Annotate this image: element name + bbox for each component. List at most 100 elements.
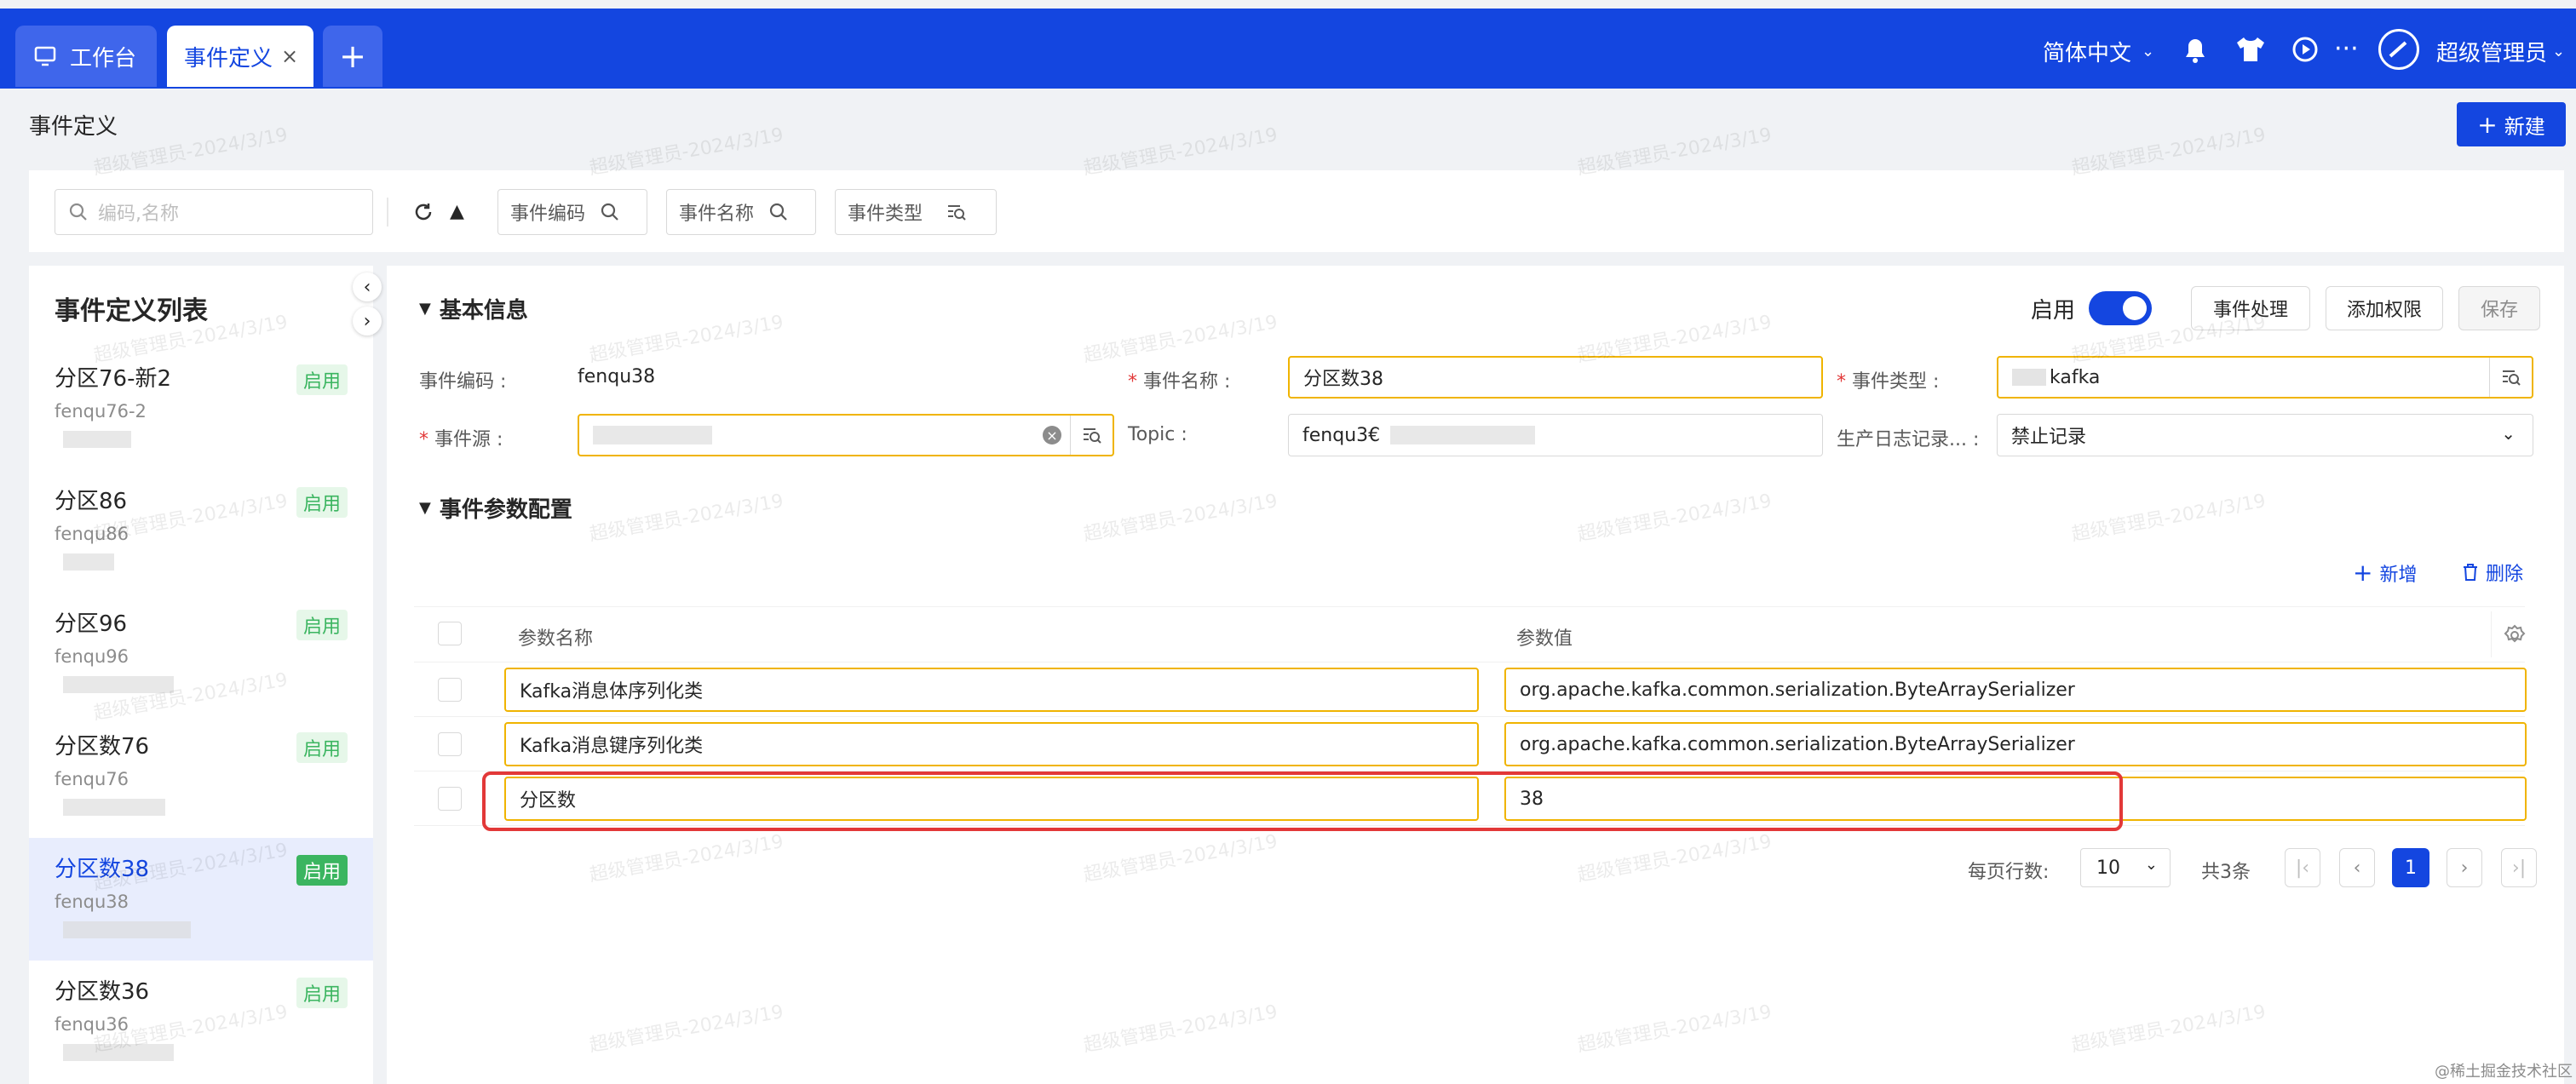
- per-page-select[interactable]: 10 ⌄: [2080, 848, 2171, 887]
- section-title: 基本信息: [439, 298, 528, 324]
- footer-note: @稀土掘金技术社区: [2435, 1063, 2573, 1081]
- log-select[interactable]: 禁止记录 ⌄: [1997, 414, 2533, 456]
- param-name-input[interactable]: Kafka消息体序列化类: [504, 668, 1479, 712]
- section-title: 事件参数配置: [439, 497, 572, 523]
- prev-page-button[interactable]: ‹: [2339, 848, 2375, 887]
- section-params[interactable]: ▼ 事件参数配置: [419, 492, 572, 524]
- collapse-up-icon[interactable]: ▲: [450, 201, 464, 222]
- redaction: [63, 553, 114, 571]
- search-icon: [69, 203, 88, 221]
- column-header-name: 参数名称: [518, 628, 594, 650]
- language-select[interactable]: 简体中文 ⌄: [2043, 17, 2154, 85]
- clear-icon[interactable]: ×: [1043, 426, 1061, 444]
- search-input[interactable]: 编码,名称: [55, 189, 373, 235]
- caret-down-icon: ▼: [419, 499, 431, 517]
- first-page-button[interactable]: |‹: [2285, 848, 2320, 887]
- close-icon[interactable]: ×: [281, 44, 298, 68]
- column-header-value: 参数值: [1516, 628, 1573, 650]
- row-checkbox[interactable]: [438, 787, 462, 811]
- next-page-button[interactable]: ›: [2447, 848, 2482, 887]
- user-menu[interactable]: 超级管理员 ⌄: [2436, 17, 2565, 85]
- param-value-input[interactable]: org.apache.kafka.common.serialization.By…: [1504, 722, 2527, 766]
- save-button[interactable]: 保存: [2458, 286, 2540, 330]
- event-handling-button[interactable]: 事件处理: [2191, 286, 2310, 330]
- select-value: 禁止记录: [2011, 427, 2087, 448]
- delete-param-button[interactable]: 删除: [2462, 559, 2523, 586]
- new-button[interactable]: + 新建: [2457, 102, 2566, 146]
- chevron-down-icon: ⌄: [2501, 423, 2516, 444]
- param-name-input[interactable]: Kafka消息键序列化类: [504, 722, 1479, 766]
- new-button-label: 新建: [2504, 114, 2545, 139]
- type-label: 事件类型 :: [1852, 371, 1940, 393]
- more-icon[interactable]: ···: [2334, 34, 2359, 64]
- redaction: [1390, 426, 1536, 444]
- chevron-left-icon[interactable]: ‹: [353, 272, 382, 301]
- list-item[interactable]: 分区数76 fenqu76 启用: [29, 715, 373, 838]
- event-type-input[interactable]: kafka: [1997, 356, 2533, 399]
- button-label: 保存: [2480, 300, 2518, 321]
- shirt-icon[interactable]: [2235, 36, 2266, 63]
- page-title: 事件定义: [29, 114, 118, 140]
- last-page-button[interactable]: ›|: [2501, 848, 2537, 887]
- status-badge: 启用: [296, 978, 348, 1008]
- filter-event-name[interactable]: 事件名称: [666, 189, 816, 235]
- filter-label: 事件名称: [679, 204, 755, 225]
- page-number-button[interactable]: 1: [2392, 848, 2429, 887]
- select-all-checkbox[interactable]: [438, 622, 462, 645]
- filter-label: 事件类型: [848, 204, 923, 225]
- add-param-button[interactable]: + 新增: [2353, 559, 2417, 587]
- redaction: [2012, 369, 2046, 386]
- enable-toggle[interactable]: [2089, 291, 2152, 325]
- monitor-icon: [34, 46, 56, 66]
- row-checkbox[interactable]: [438, 732, 462, 756]
- tab-label: 事件定义: [184, 45, 273, 72]
- list-item-selected[interactable]: 分区数38 fenqu38 启用: [29, 838, 373, 961]
- filter-event-type[interactable]: 事件类型: [835, 189, 997, 235]
- param-value-input[interactable]: org.apache.kafka.common.serialization.By…: [1504, 668, 2527, 712]
- redaction: [593, 426, 712, 444]
- topic-input[interactable]: fenqu3€: [1288, 414, 1823, 456]
- tab-workbench[interactable]: 工作台: [15, 26, 157, 87]
- play-circle-icon[interactable]: [2291, 36, 2319, 63]
- item-code: fenqu96: [55, 646, 129, 667]
- select-value: 10: [2096, 857, 2120, 879]
- button-label: 新增: [2379, 564, 2418, 586]
- topic-label: Topic :: [1128, 424, 1187, 445]
- table-header: [414, 606, 2525, 662]
- input-value: Kafka消息体序列化类: [520, 681, 704, 703]
- chevron-down-icon: ⌄: [2144, 856, 2158, 874]
- chevron-down-icon: ⌄: [2552, 42, 2566, 60]
- event-source-input[interactable]: ×: [578, 414, 1114, 456]
- section-basic-info[interactable]: ▼ 基本信息: [419, 293, 528, 324]
- event-name-input[interactable]: 分区数38: [1288, 356, 1823, 399]
- list-item[interactable]: 分区数36 fenqu36 启用: [29, 961, 373, 1083]
- filter-bar: [29, 170, 2564, 252]
- tab-event-definition[interactable]: 事件定义 ×: [167, 26, 313, 87]
- filter-label: 事件编码: [510, 204, 586, 225]
- gear-icon[interactable]: [2503, 623, 2527, 647]
- plus-icon: +: [2477, 110, 2498, 139]
- lookup-icon[interactable]: [1070, 416, 1113, 455]
- row-checkbox[interactable]: [438, 678, 462, 702]
- add-tab-button[interactable]: +: [323, 26, 382, 87]
- chevron-down-icon: ⌄: [2142, 42, 2155, 60]
- list-item[interactable]: 分区86 fenqu86 启用: [29, 470, 373, 593]
- add-permission-button[interactable]: 添加权限: [2326, 286, 2443, 330]
- chevron-right-icon[interactable]: ›: [353, 307, 382, 336]
- bell-icon[interactable]: [2181, 34, 2210, 65]
- item-code: fenqu36: [55, 1014, 129, 1035]
- filter-event-code[interactable]: 事件编码: [497, 189, 647, 235]
- redaction: [63, 1044, 174, 1061]
- input-value: kafka: [2050, 366, 2101, 388]
- refresh-icon[interactable]: [412, 201, 434, 223]
- name-label: 事件名称 :: [1143, 371, 1231, 393]
- code-label: 事件编码 :: [419, 371, 507, 393]
- tab-label: 工作台: [70, 45, 137, 72]
- status-badge: 启用: [296, 364, 348, 395]
- button-label: 添加权限: [2346, 300, 2422, 321]
- lookup-icon[interactable]: [2489, 358, 2532, 397]
- avatar[interactable]: [2378, 29, 2419, 70]
- list-item[interactable]: 分区96 fenqu96 启用: [29, 593, 373, 715]
- list-item[interactable]: 分区76-新2 fenqu76-2 启用: [29, 347, 373, 470]
- plus-icon: +: [2353, 559, 2373, 587]
